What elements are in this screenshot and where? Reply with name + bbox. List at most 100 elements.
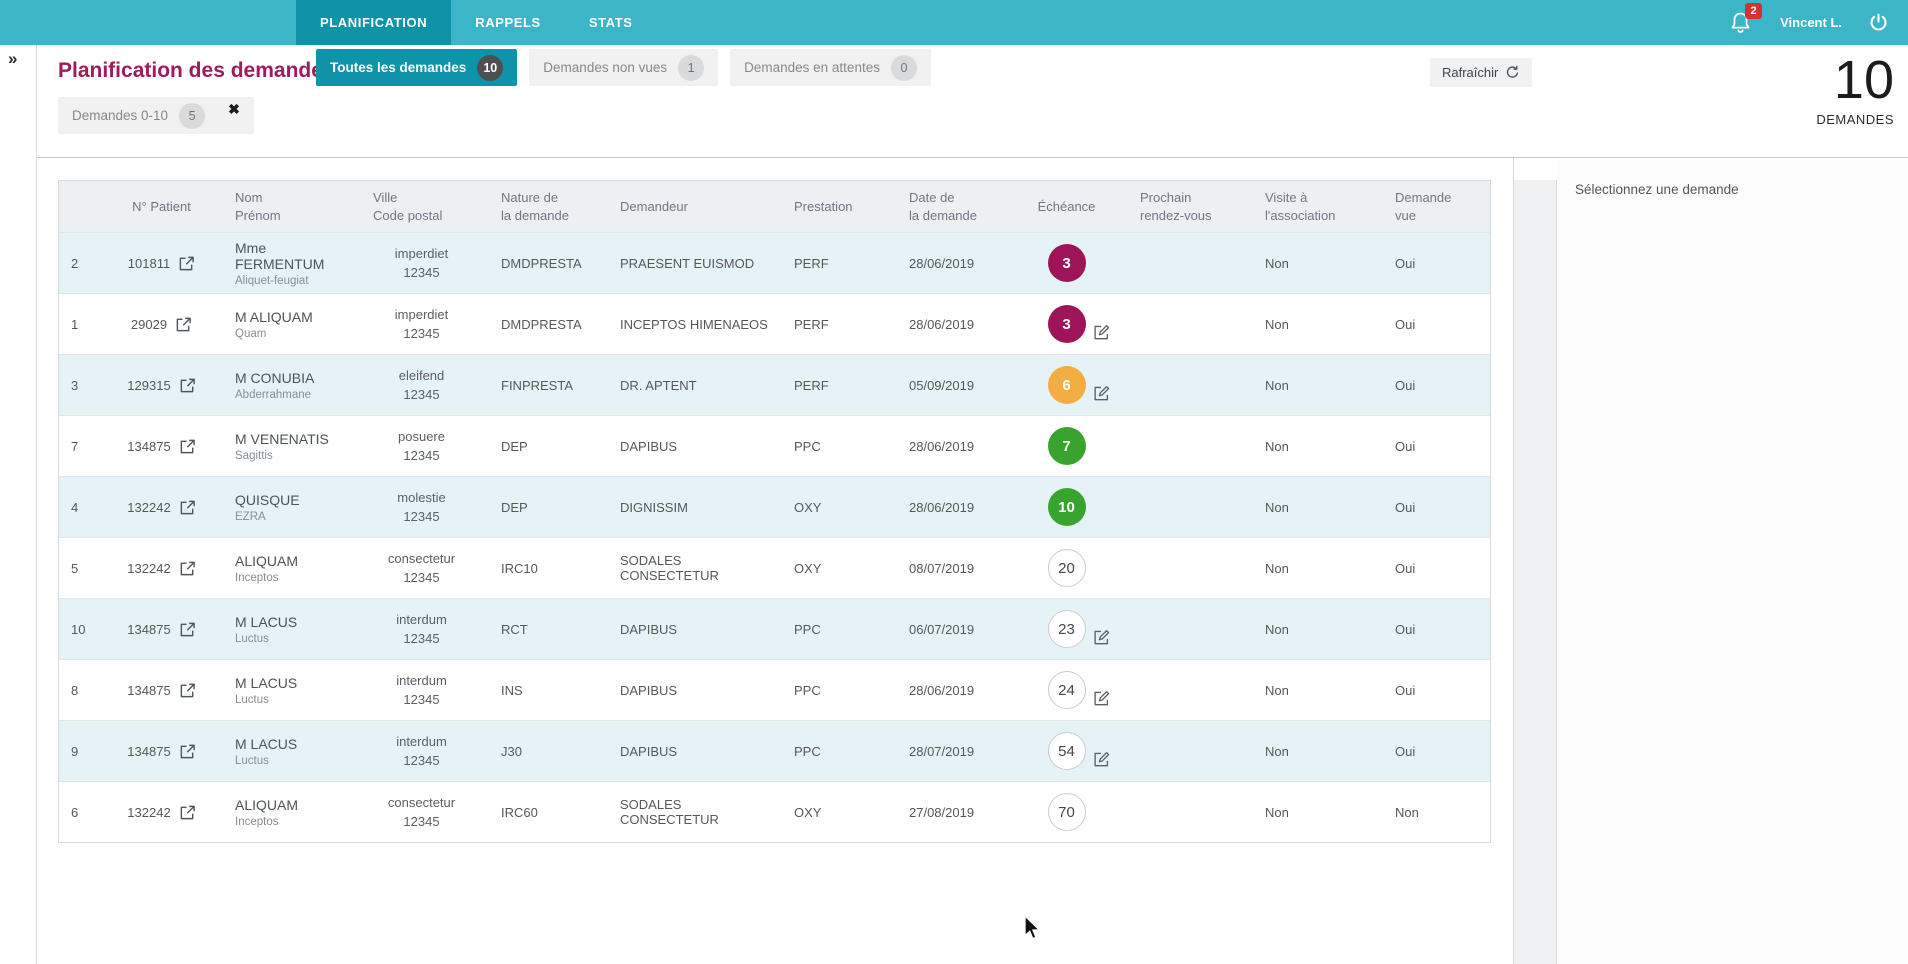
echeance-badge: 3 [1047, 305, 1086, 343]
filter-demandes-en-attentes[interactable]: Demandes en attentes 0 [730, 49, 931, 86]
patient-name-cell: M LACUS Luctus [219, 599, 359, 659]
table-row[interactable]: 9 134875 M LACUS Luctus interdum 12345 J… [59, 720, 1490, 781]
edit-icon[interactable] [1092, 384, 1111, 403]
table-row[interactable]: 8 134875 M LACUS Luctus interdum 12345 I… [59, 659, 1490, 720]
visite-association-cell: Non [1265, 682, 1289, 698]
visite-association-cell: Non [1265, 377, 1289, 393]
patient-firstname: Quam [235, 327, 267, 340]
tab-rappels[interactable]: RAPPELS [451, 0, 565, 45]
user-name[interactable]: Vincent L. [1780, 15, 1842, 30]
date-demande-cell: 08/07/2019 [909, 560, 975, 576]
code-postal: 12345 [403, 814, 440, 829]
row-order-cell: 1 [71, 316, 79, 332]
filter-toutes-les-demandes[interactable]: Toutes les demandes 10 [316, 49, 518, 86]
echeance-badge: 6 [1047, 366, 1086, 404]
filter-label: Toutes les demandes [330, 60, 467, 75]
ville: consectetur [387, 550, 456, 566]
ville: interdum [396, 733, 447, 749]
demande-vue-cell: Oui [1395, 316, 1416, 332]
edit-icon[interactable] [1092, 628, 1111, 647]
edit-icon[interactable] [1092, 323, 1111, 342]
external-link-icon[interactable] [179, 560, 196, 577]
ville: eleifend [398, 367, 445, 383]
external-link-icon[interactable] [179, 377, 196, 394]
external-link-icon[interactable] [179, 621, 196, 638]
external-link-icon[interactable] [175, 316, 192, 333]
nature-cell: DMDPRESTA [501, 255, 582, 271]
applied-filter-demandes-0-10[interactable]: Demandes 0-10 5 ✖ [58, 97, 254, 134]
external-link-icon[interactable] [179, 499, 196, 516]
table-scrollbar-track[interactable] [1514, 180, 1557, 964]
demandes-table: N° Patient Nom Prénom Ville Code postal Na… [58, 180, 1491, 843]
notifications-button[interactable]: 2 [1728, 2, 1763, 36]
power-icon[interactable] [1868, 12, 1889, 33]
filter-label: Demandes en attentes [744, 60, 880, 75]
table-row[interactable]: 6 132242 ALIQUAM Inceptos consectetur 12… [59, 781, 1490, 842]
app-window: PLANIFICATION RAPPELS STATS 2 Vincent L. [0, 0, 1908, 964]
column-header-prochain-rdv: Prochain rendez-vous [1140, 189, 1212, 223]
prestation-cell: PERF [794, 316, 829, 332]
external-link-icon[interactable] [179, 438, 196, 455]
echeance-cell: 23 [1009, 599, 1124, 659]
table-row[interactable]: 5 132242 ALIQUAM Inceptos consectetur 12… [59, 537, 1490, 598]
table-row[interactable]: 10 134875 M LACUS Luctus interdum 12345 … [59, 598, 1490, 659]
filter-demandes-non-vues[interactable]: Demandes non vues 1 [529, 49, 719, 86]
edit-icon[interactable] [1092, 689, 1111, 708]
table-row[interactable]: 7 134875 M VENENATIS Sagittis posuere 12… [59, 415, 1490, 476]
filter-count-badge: 0 [890, 54, 917, 81]
table-row[interactable]: 4 132242 QUISQUE EZRA molestie 12345 DEP… [59, 476, 1490, 537]
external-link-icon[interactable] [179, 682, 196, 699]
table-row[interactable]: 2 101811 Mme FERMENTUM Aliquet-feugiat i… [59, 232, 1490, 293]
nature-cell: INS [501, 682, 523, 698]
echeance-badge: 70 [1047, 793, 1086, 831]
ville: interdum [396, 611, 447, 627]
patient-firstname: Luctus [235, 754, 269, 767]
echeance-cell: 20 [1009, 538, 1124, 598]
external-link-icon[interactable] [178, 255, 195, 272]
visite-association-cell: Non [1265, 438, 1289, 454]
column-header-echeance: Échéance [1037, 198, 1096, 214]
refresh-button[interactable]: Rafraîchir [1430, 58, 1533, 87]
demandeur-cell: DAPIBUS [620, 438, 678, 454]
tab-stats[interactable]: STATS [565, 0, 657, 45]
row-order-cell: 2 [71, 255, 79, 271]
table-header-row: N° Patient Nom Prénom Ville Code postal Na… [59, 181, 1490, 232]
column-header-prestation: Prestation [794, 198, 853, 214]
filter-chips: Toutes les demandes 10 Demandes non vues… [316, 49, 931, 86]
expand-sidebar-button[interactable]: » [0, 45, 36, 69]
visite-association-cell: Non [1265, 255, 1289, 271]
prochain-rdv-cell [1124, 233, 1249, 293]
echeance-cell: 3 [1009, 233, 1124, 293]
patient-firstname: Aliquet-feugiat [235, 274, 309, 287]
prochain-rdv-cell [1124, 660, 1249, 720]
prestation-cell: PPC [794, 621, 821, 637]
date-demande-cell: 06/07/2019 [909, 621, 975, 637]
table-row[interactable]: 3 129315 M CONUBIA Abderrahmane eleifend… [59, 354, 1490, 415]
page-title: Planification des demandes [58, 59, 335, 82]
date-demande-cell: 27/08/2019 [909, 804, 975, 820]
ville-cell: posuere 12345 [359, 416, 484, 476]
visite-association-cell: Non [1265, 560, 1289, 576]
echeance-cell: 3 [1009, 294, 1124, 354]
demande-vue-cell: Oui [1395, 499, 1416, 515]
external-link-icon[interactable] [179, 743, 196, 760]
echeance-badge: 54 [1047, 732, 1086, 770]
demandeur-cell: DIGNISSIM [620, 499, 688, 515]
patient-firstname: Luctus [235, 693, 269, 706]
table-row[interactable]: 1 29029 M ALIQUAM Quam imperdiet 12345 D… [59, 293, 1490, 354]
patient-lastname: M LACUS [235, 674, 298, 691]
patient-number-cell: 134875 [104, 599, 219, 659]
patient-number-cell: 29029 [104, 294, 219, 354]
external-link-icon[interactable] [179, 804, 196, 821]
tab-planification[interactable]: PLANIFICATION [296, 0, 452, 45]
table-area: N° Patient Nom Prénom Ville Code postal Na… [37, 158, 1514, 964]
echeance-cell: 24 [1009, 660, 1124, 720]
prestation-cell: PERF [794, 255, 829, 271]
nav-right-group: 2 Vincent L. [1728, 0, 1889, 45]
date-demande-cell: 28/06/2019 [909, 682, 975, 698]
edit-icon[interactable] [1092, 750, 1111, 769]
column-header-demande-vue: Demande vue [1395, 189, 1452, 223]
remove-filter-button[interactable]: ✖ [228, 101, 240, 118]
patient-lastname: M LACUS [235, 735, 298, 752]
header-band: Planification des demandes Toutes les de… [37, 45, 1908, 158]
